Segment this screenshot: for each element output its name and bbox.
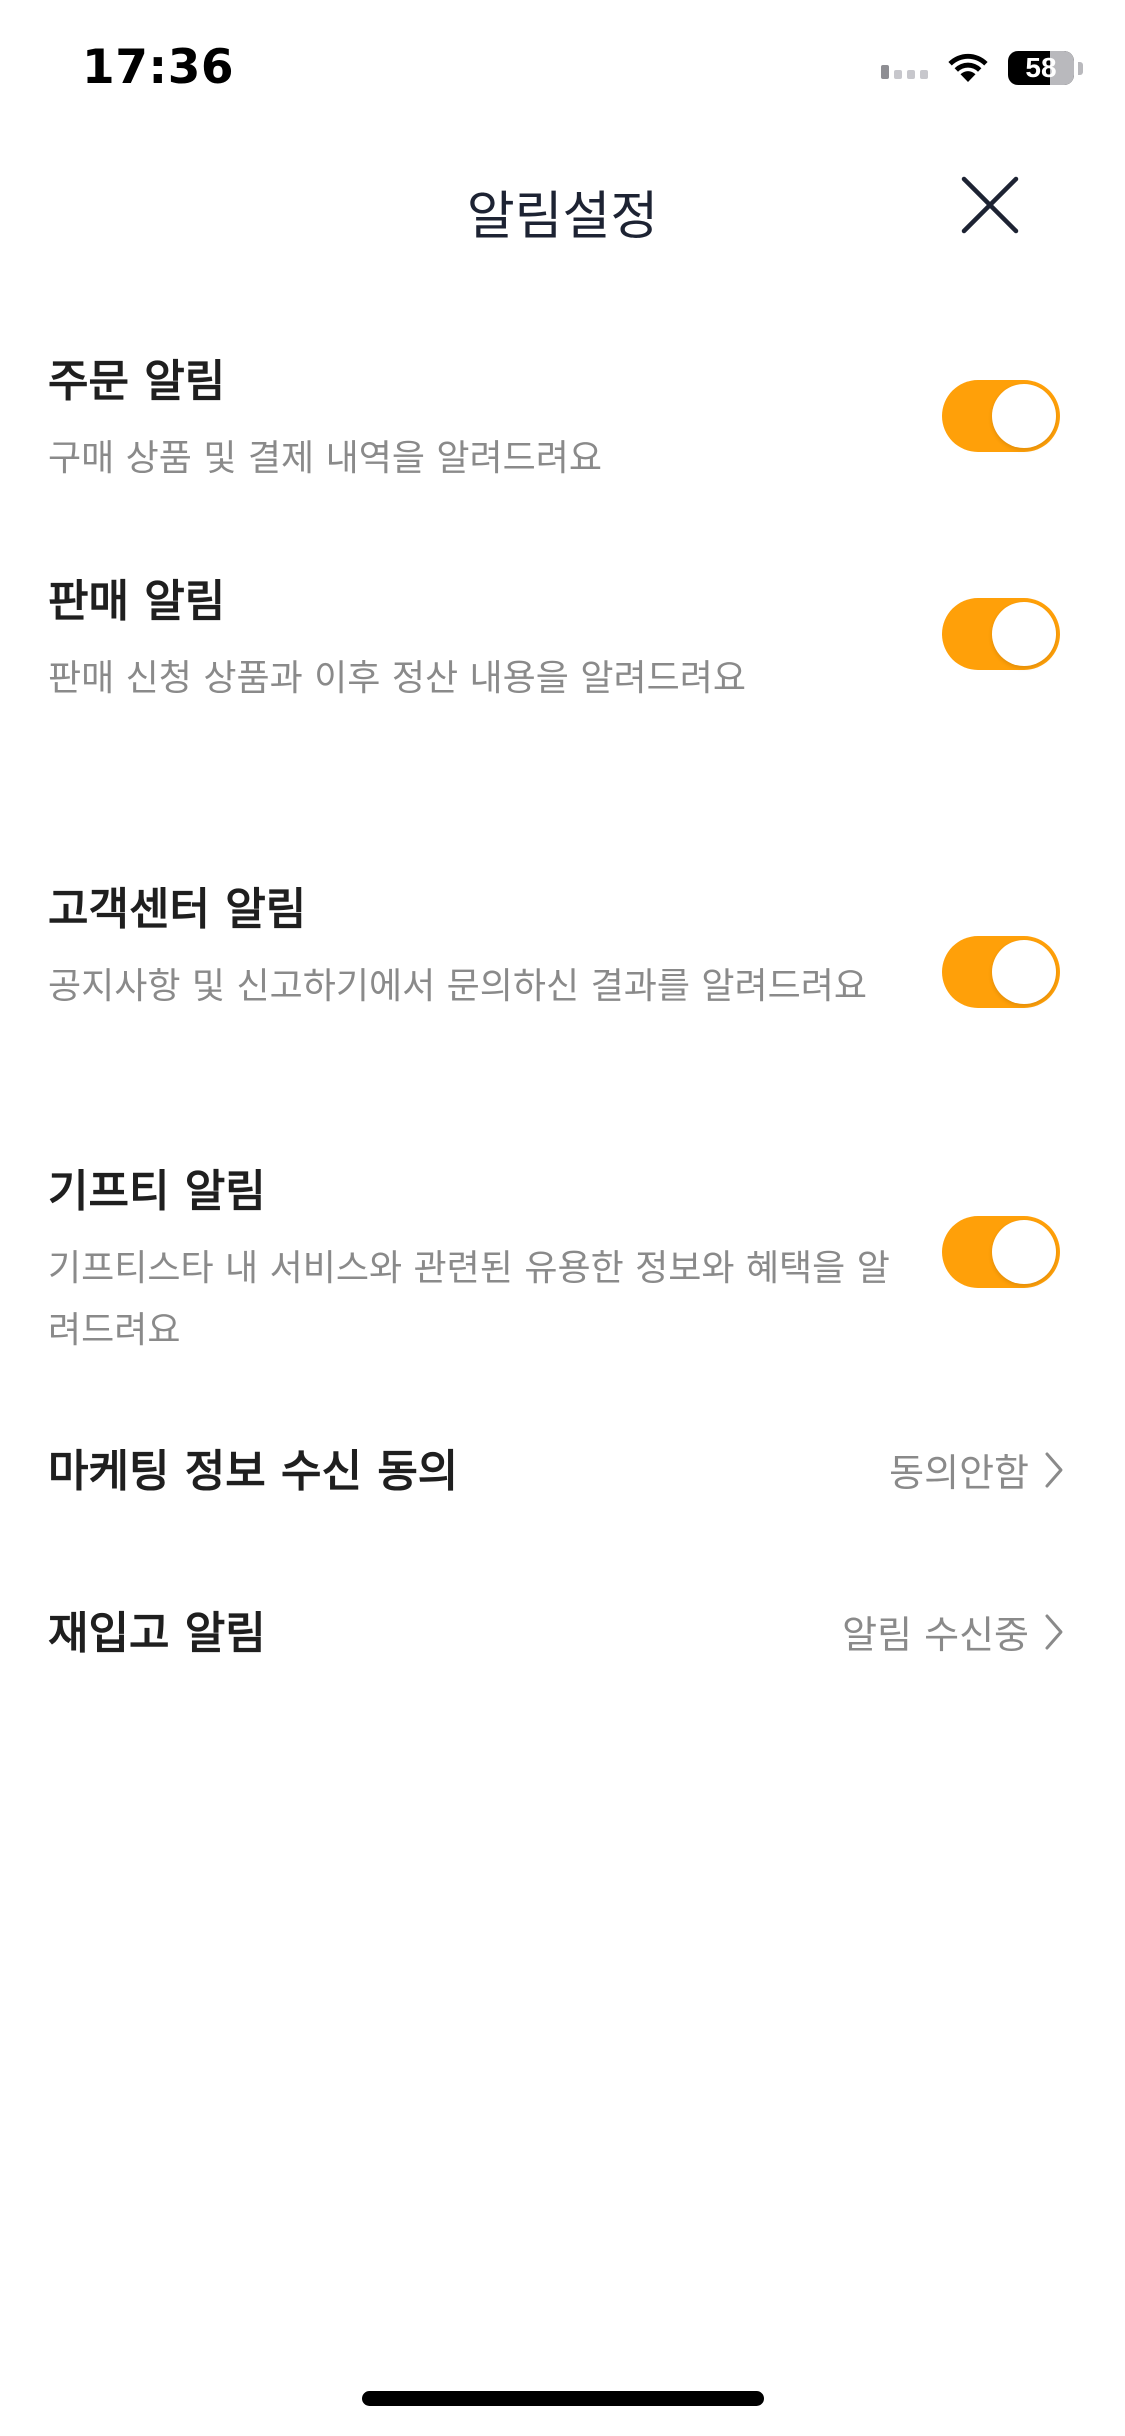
page-header: 알림설정: [0, 150, 1125, 260]
support-notification-toggle[interactable]: [942, 936, 1060, 1008]
status-indicators: 58: [881, 46, 1083, 90]
close-icon: [961, 176, 1019, 234]
setting-title: 판매 알림: [48, 576, 226, 627]
setting-row-restock[interactable]: 재입고 알림 알림 수신중: [0, 1598, 1125, 1670]
setting-description: 공지사항 및 신고하기에서 문의하신 결과를 알려드려요: [48, 966, 867, 1007]
restock-notification-value: 알림 수신중: [842, 1613, 1029, 1657]
battery-level: 58: [1025, 52, 1057, 83]
status-time: 17:36: [82, 40, 235, 95]
toggle-knob: [992, 602, 1056, 666]
close-button[interactable]: [955, 170, 1025, 240]
setting-title: 고객센터 알림: [48, 884, 307, 935]
chevron-right-icon: [1045, 1452, 1063, 1487]
restock-notification-link[interactable]: 알림 수신중: [842, 1604, 1065, 1659]
cellular-signal-icon: [881, 57, 928, 79]
battery-cap: [1078, 61, 1083, 75]
wifi-icon: [948, 53, 988, 82]
setting-description: 기프티스타 내 서비스와 관련된 유용한 정보와 혜택을 알려드려요: [48, 1248, 890, 1351]
chevron-right-icon: [1045, 1614, 1063, 1649]
setting-title: 마케팅 정보 수신 동의: [48, 1446, 459, 1497]
setting-title: 기프티 알림: [48, 1166, 266, 1217]
setting-description: 구매 상품 및 결제 내역을 알려드려요: [48, 438, 603, 479]
marketing-consent-link[interactable]: 동의안함: [889, 1442, 1065, 1497]
setting-title: 재입고 알림: [48, 1608, 266, 1659]
status-bar: 17:36 58: [0, 0, 1125, 132]
sale-notification-toggle[interactable]: [942, 598, 1060, 670]
setting-description: 판매 신청 상품과 이후 정산 내용을 알려드려요: [48, 658, 746, 699]
order-notification-toggle[interactable]: [942, 380, 1060, 452]
giftistar-notification-toggle[interactable]: [942, 1216, 1060, 1288]
setting-row-marketing[interactable]: 마케팅 정보 수신 동의 동의안함: [0, 1436, 1125, 1508]
toggle-knob: [992, 940, 1056, 1004]
marketing-consent-value: 동의안함: [889, 1451, 1029, 1495]
setting-row-support: 고객센터 알림 공지사항 및 신고하기에서 문의하신 결과를 알려드려요: [0, 880, 1125, 1080]
setting-row-sale: 판매 알림 판매 신청 상품과 이후 정산 내용을 알려드려요: [0, 572, 1125, 712]
setting-title: 주문 알림: [48, 356, 226, 407]
home-indicator[interactable]: [362, 2391, 764, 2406]
toggle-knob: [992, 384, 1056, 448]
toggle-knob: [992, 1220, 1056, 1284]
battery-icon: 58: [1008, 51, 1074, 85]
setting-row-order: 주문 알림 구매 상품 및 결제 내역을 알려드려요: [0, 352, 1125, 492]
setting-row-giftistar: 기프티 알림 기프티스타 내 서비스와 관련된 유용한 정보와 혜택을 알려드려…: [0, 1162, 1125, 1362]
